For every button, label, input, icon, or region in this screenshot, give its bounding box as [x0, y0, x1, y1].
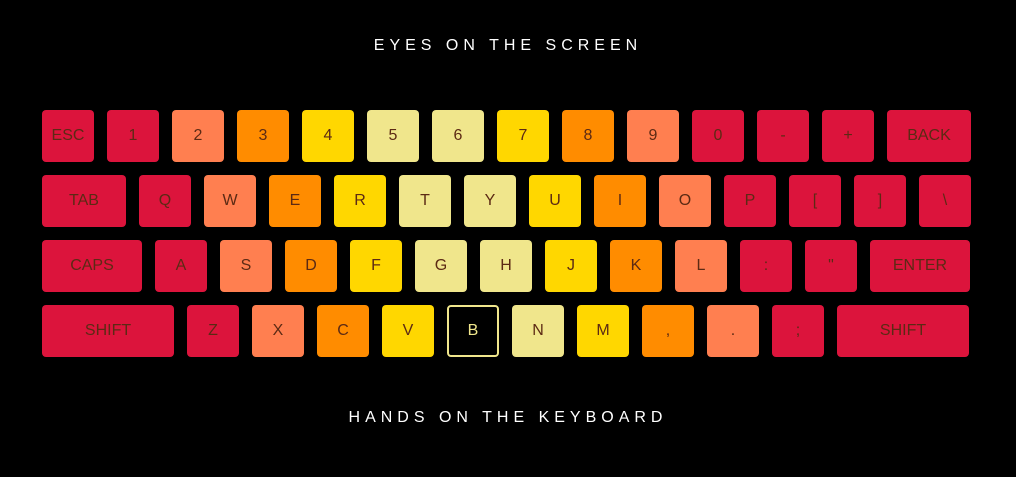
- keyboard-row-3: CAPS A S D F G H J K L : " ENTER: [42, 240, 970, 292]
- key-a[interactable]: A: [155, 240, 207, 292]
- key-enter[interactable]: ENTER: [870, 240, 970, 292]
- key-h[interactable]: H: [480, 240, 532, 292]
- key-5[interactable]: 5: [367, 110, 419, 162]
- key-q[interactable]: Q: [139, 175, 191, 227]
- key-j[interactable]: J: [545, 240, 597, 292]
- key-l[interactable]: L: [675, 240, 727, 292]
- key-semicolon[interactable]: ;: [772, 305, 824, 357]
- key-v[interactable]: V: [382, 305, 434, 357]
- key-0[interactable]: 0: [692, 110, 744, 162]
- key-1[interactable]: 1: [107, 110, 159, 162]
- key-6[interactable]: 6: [432, 110, 484, 162]
- key-backslash[interactable]: \: [919, 175, 971, 227]
- key-esc[interactable]: ESC: [42, 110, 94, 162]
- key-o[interactable]: O: [659, 175, 711, 227]
- key-n[interactable]: N: [512, 305, 564, 357]
- key-period[interactable]: .: [707, 305, 759, 357]
- key-caps[interactable]: CAPS: [42, 240, 142, 292]
- key-colon[interactable]: :: [740, 240, 792, 292]
- key-8[interactable]: 8: [562, 110, 614, 162]
- key-b-active[interactable]: B: [447, 305, 499, 357]
- key-4[interactable]: 4: [302, 110, 354, 162]
- keyboard-row-1: ESC 1 2 3 4 5 6 7 8 9 0 - + BACK: [42, 110, 971, 162]
- key-m[interactable]: M: [577, 305, 629, 357]
- bottom-heading: HANDS ON THE KEYBOARD: [348, 409, 668, 426]
- key-f[interactable]: F: [350, 240, 402, 292]
- key-comma[interactable]: ,: [642, 305, 694, 357]
- keyboard-row-2: TAB Q W E R T Y U I O P [ ] \: [42, 175, 971, 227]
- key-left-bracket[interactable]: [: [789, 175, 841, 227]
- page: EYES ON THE SCREEN ESC 1 2 3 4 5 6 7 8 9…: [0, 0, 1016, 477]
- key-c[interactable]: C: [317, 305, 369, 357]
- key-back[interactable]: BACK: [887, 110, 971, 162]
- key-y[interactable]: Y: [464, 175, 516, 227]
- key-9[interactable]: 9: [627, 110, 679, 162]
- key-shift-right[interactable]: SHIFT: [837, 305, 969, 357]
- keyboard-row-4: SHIFT Z X C V B N M , . ; SHIFT: [42, 305, 969, 357]
- key-7[interactable]: 7: [497, 110, 549, 162]
- key-shift-left[interactable]: SHIFT: [42, 305, 174, 357]
- key-z[interactable]: Z: [187, 305, 239, 357]
- key-3[interactable]: 3: [237, 110, 289, 162]
- key-tab[interactable]: TAB: [42, 175, 126, 227]
- key-u[interactable]: U: [529, 175, 581, 227]
- key-quote[interactable]: ": [805, 240, 857, 292]
- key-w[interactable]: W: [204, 175, 256, 227]
- key-r[interactable]: R: [334, 175, 386, 227]
- key-t[interactable]: T: [399, 175, 451, 227]
- key-2[interactable]: 2: [172, 110, 224, 162]
- top-heading: EYES ON THE SCREEN: [373, 37, 643, 54]
- key-e[interactable]: E: [269, 175, 321, 227]
- key-minus[interactable]: -: [757, 110, 809, 162]
- keyboard: ESC 1 2 3 4 5 6 7 8 9 0 - + BACK TAB Q W…: [42, 110, 971, 357]
- key-x[interactable]: X: [252, 305, 304, 357]
- key-right-bracket[interactable]: ]: [854, 175, 906, 227]
- key-p[interactable]: P: [724, 175, 776, 227]
- key-g[interactable]: G: [415, 240, 467, 292]
- key-s[interactable]: S: [220, 240, 272, 292]
- key-i[interactable]: I: [594, 175, 646, 227]
- key-plus[interactable]: +: [822, 110, 874, 162]
- key-d[interactable]: D: [285, 240, 337, 292]
- key-k[interactable]: K: [610, 240, 662, 292]
